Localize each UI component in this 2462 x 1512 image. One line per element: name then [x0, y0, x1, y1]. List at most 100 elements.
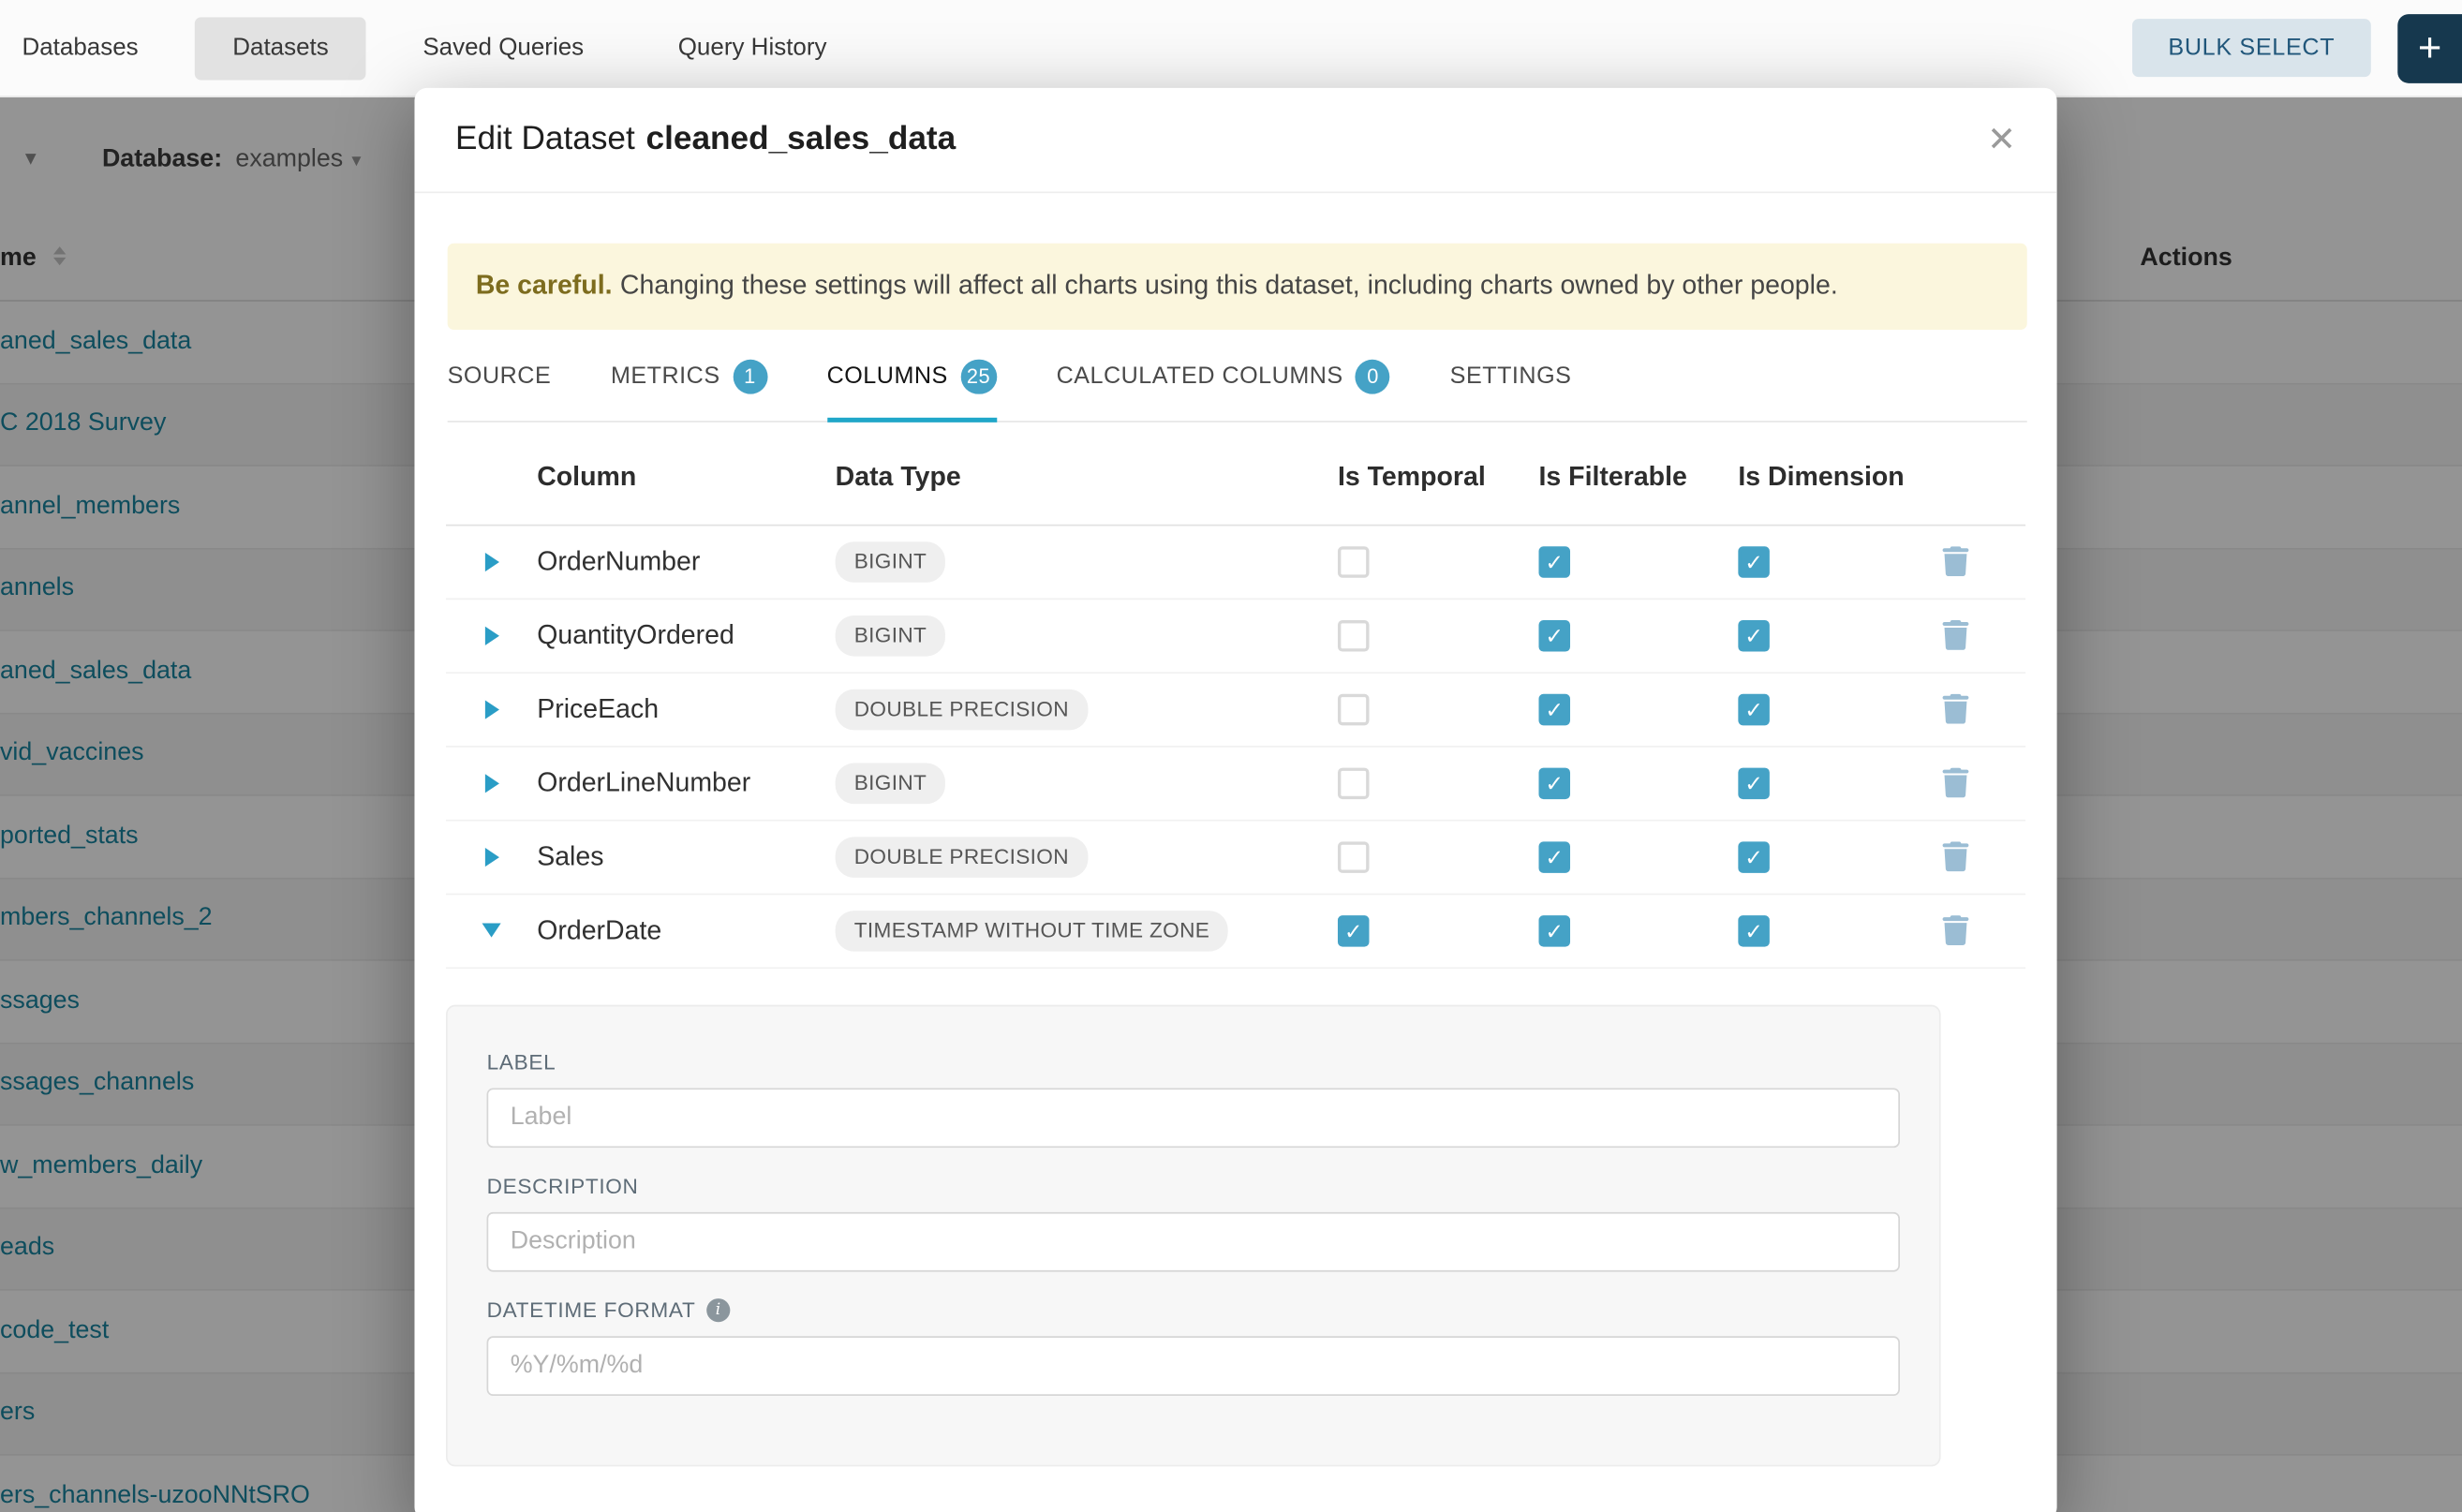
data-type-pill: TIMESTAMP WITHOUT TIME ZONE — [836, 910, 1229, 951]
topbar-tab-query-history[interactable]: Query History — [641, 17, 865, 80]
is-filterable-checkbox[interactable] — [1538, 619, 1570, 651]
modal-tab-label: SOURCE — [448, 363, 552, 389]
column-name: PriceEach — [537, 693, 835, 725]
dataset-name: cleaned_sales_data — [646, 121, 957, 157]
app-root: ▾ Database: examples ▾ me Actions aned_s… — [0, 0, 2462, 1512]
modal-tab-label: COLUMNS — [827, 363, 948, 389]
tab-count-badge: 25 — [960, 359, 997, 393]
topbar-tab-label: Query History — [678, 34, 827, 60]
modal-tab-label: METRICS — [611, 363, 720, 389]
label-field-label: LABEL — [487, 1050, 1897, 1074]
topbar-tabs: Databases Datasets Saved Queries Query Hist… — [0, 0, 865, 96]
delete-column-icon[interactable] — [1942, 546, 1968, 576]
description-field-label: DESCRIPTION — [487, 1174, 1897, 1197]
column-row: PriceEach DOUBLE PRECISION — [446, 673, 2025, 747]
column-row: OrderNumber BIGINT — [446, 526, 2025, 600]
modal-tab-columns[interactable]: COLUMNS 25 — [827, 359, 997, 422]
label-input[interactable] — [487, 1088, 1900, 1148]
is-dimension-checkbox[interactable] — [1738, 693, 1770, 725]
data-type-header: Data Type — [836, 462, 1338, 494]
modal-tab-label: SETTINGS — [1450, 363, 1572, 389]
column-editor-panel: LABEL DESCRIPTION DATETIME FORMATi — [446, 1004, 1941, 1466]
data-type-pill: DOUBLE PRECISION — [836, 837, 1088, 878]
column-name: QuantityOrdered — [537, 619, 835, 651]
tab-count-badge: 1 — [733, 359, 767, 393]
is-filterable-checkbox[interactable] — [1538, 546, 1570, 578]
expand-caret-icon[interactable] — [482, 924, 501, 938]
column-row: OrderDate TIMESTAMP WITHOUT TIME ZONE — [446, 895, 2025, 969]
is-filterable-header: Is Filterable — [1538, 462, 1738, 494]
modal-tab-metrics[interactable]: METRICS 1 — [611, 359, 767, 422]
topbar-tab-label: Saved Queries — [423, 34, 584, 60]
is-temporal-checkbox[interactable] — [1338, 767, 1370, 799]
description-input[interactable] — [487, 1211, 1900, 1271]
is-temporal-checkbox[interactable] — [1338, 619, 1370, 651]
delete-column-icon[interactable] — [1942, 768, 1968, 798]
data-type-pill: BIGINT — [836, 763, 946, 804]
column-row: OrderLineNumber BIGINT — [446, 747, 2025, 821]
tab-count-badge: 0 — [1356, 359, 1390, 393]
is-dimension-header: Is Dimension — [1738, 462, 1942, 494]
is-dimension-checkbox[interactable] — [1738, 841, 1770, 873]
data-type-pill: BIGINT — [836, 541, 946, 583]
datetime-format-input[interactable] — [487, 1336, 1900, 1396]
modal-tab-calculated-columns[interactable]: CALCULATED COLUMNS0 — [1057, 359, 1390, 422]
topbar-tab-label: Databases — [22, 34, 138, 60]
delete-column-icon[interactable] — [1942, 842, 1968, 872]
column-name: OrderNumber — [537, 546, 835, 578]
is-dimension-checkbox[interactable] — [1738, 767, 1770, 799]
description-field: DESCRIPTION — [487, 1174, 1897, 1271]
delete-column-icon[interactable] — [1942, 915, 1968, 945]
column-name: Sales — [537, 841, 835, 873]
topbar-tab-label: Datasets — [232, 34, 329, 60]
modal-title: Edit Dataset cleaned_sales_data — [455, 121, 956, 158]
column-row: Sales DOUBLE PRECISION — [446, 821, 2025, 895]
data-type-pill: BIGINT — [836, 615, 946, 656]
data-type-pill: DOUBLE PRECISION — [836, 689, 1088, 730]
top-navigation: Databases Datasets Saved Queries Query Hist… — [0, 0, 2462, 97]
datetime-format-field: DATETIME FORMATi — [487, 1297, 1897, 1395]
warning-banner-bold: Be careful. — [476, 270, 613, 300]
is-filterable-checkbox[interactable] — [1538, 841, 1570, 873]
column-name: OrderDate — [537, 915, 835, 947]
warning-banner-text: Changing these settings will affect all … — [620, 270, 1838, 300]
topbar-tab-saved-queries[interactable]: Saved Queries — [385, 17, 621, 80]
is-filterable-checkbox[interactable] — [1538, 767, 1570, 799]
is-temporal-checkbox[interactable] — [1338, 546, 1370, 578]
add-dataset-button[interactable]: + — [2397, 13, 2462, 82]
topbar-actions: BULK SELECT + — [2132, 0, 2462, 96]
modal-tab-settings[interactable]: SETTINGS — [1450, 359, 1572, 422]
edit-dataset-modal: Edit Dataset cleaned_sales_data ✕ Be care… — [414, 88, 2056, 1512]
expand-caret-icon[interactable] — [484, 700, 498, 719]
delete-column-icon[interactable] — [1942, 620, 1968, 650]
modal-title-prefix: Edit Dataset — [455, 121, 635, 157]
is-temporal-header: Is Temporal — [1338, 462, 1539, 494]
column-header: Column — [537, 462, 835, 494]
close-icon[interactable]: ✕ — [1987, 123, 2016, 157]
modal-tabs: SOURCE METRICS 1 COLUMNS 25 CALCULATED COLUMN… — [448, 359, 2027, 422]
expand-caret-icon[interactable] — [484, 847, 498, 866]
bulk-select-button[interactable]: BULK SELECT — [2132, 19, 2371, 77]
expand-caret-icon[interactable] — [484, 774, 498, 793]
expand-caret-icon[interactable] — [484, 626, 498, 645]
is-filterable-checkbox[interactable] — [1538, 693, 1570, 725]
expand-caret-icon[interactable] — [484, 552, 498, 571]
is-dimension-checkbox[interactable] — [1738, 619, 1770, 651]
is-dimension-checkbox[interactable] — [1738, 546, 1770, 578]
is-dimension-checkbox[interactable] — [1738, 915, 1770, 947]
datetime-format-field-label: DATETIME FORMATi — [487, 1297, 1897, 1321]
info-icon[interactable]: i — [706, 1297, 730, 1321]
is-temporal-checkbox[interactable] — [1338, 915, 1370, 947]
modal-header: Edit Dataset cleaned_sales_data ✕ — [414, 88, 2056, 193]
columns-table-header: Column Data Type Is Temporal Is Filterab… — [446, 431, 2025, 526]
topbar-tab-databases[interactable]: Databases — [0, 17, 176, 80]
topbar-tab-datasets[interactable]: Datasets — [195, 17, 366, 80]
delete-column-icon[interactable] — [1942, 694, 1968, 724]
is-temporal-checkbox[interactable] — [1338, 841, 1370, 873]
column-row: QuantityOrdered BIGINT — [446, 600, 2025, 674]
modal-tab-source[interactable]: SOURCE — [448, 359, 552, 422]
is-filterable-checkbox[interactable] — [1538, 915, 1570, 947]
column-name: OrderLineNumber — [537, 767, 835, 799]
label-field: LABEL — [487, 1050, 1897, 1148]
is-temporal-checkbox[interactable] — [1338, 693, 1370, 725]
